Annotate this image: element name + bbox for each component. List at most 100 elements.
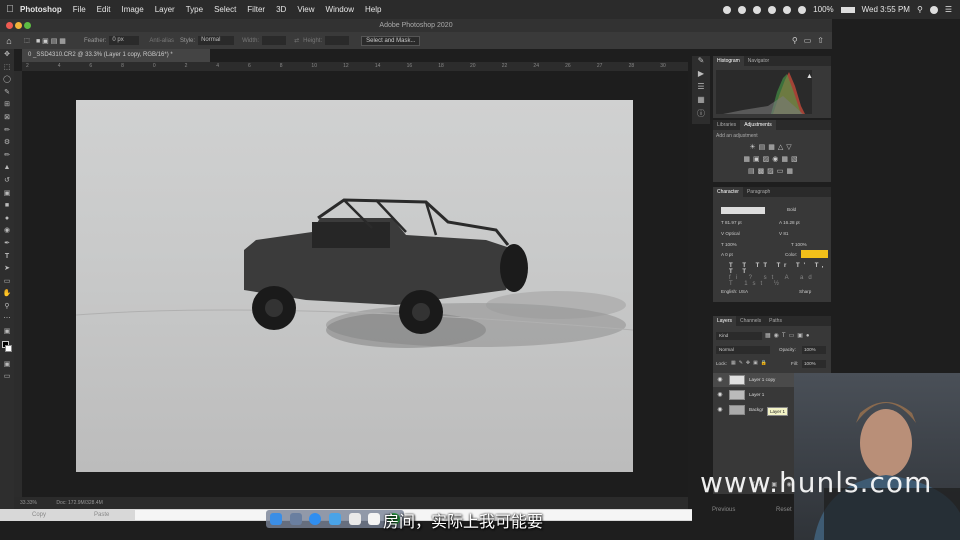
hand-tool-icon[interactable]: ✋ xyxy=(0,288,14,301)
swap-icon[interactable]: ⇄ xyxy=(294,37,299,44)
menu-help[interactable]: Help xyxy=(365,5,381,14)
fill-input[interactable]: 100% xyxy=(802,360,826,368)
opacity-input[interactable]: 100% xyxy=(802,346,826,354)
close-window-button[interactable] xyxy=(6,22,13,29)
search-icon[interactable]: ⚲ xyxy=(792,36,798,45)
adjustment-icons[interactable]: ☀▤▦△▽ ▦▣▨◉▦▧ ▤▩▨▭▦ xyxy=(713,142,831,178)
antialias-checkbox[interactable]: Anti-alias xyxy=(149,38,174,44)
zoom-level[interactable]: 33.33% xyxy=(20,500,37,506)
quick-select-tool-icon[interactable]: ✎ xyxy=(0,87,14,100)
document-image[interactable] xyxy=(75,100,634,472)
height-input[interactable] xyxy=(325,36,350,45)
status-icon[interactable] xyxy=(738,5,747,14)
more-tools-icon[interactable]: ⋯ xyxy=(0,313,14,326)
feather-input[interactable]: 0 px xyxy=(109,36,140,45)
shape-tool-icon[interactable]: ▭ xyxy=(0,276,14,289)
blur-tool-icon[interactable]: ● xyxy=(0,213,14,226)
tab-libraries[interactable]: Libraries xyxy=(713,122,740,128)
wifi-icon[interactable] xyxy=(798,5,807,14)
layer-filter-select[interactable]: Kind xyxy=(716,332,762,340)
crop-tool-icon[interactable]: ⊞ xyxy=(0,99,14,112)
visibility-eye-icon[interactable]: ◉ xyxy=(716,373,724,387)
play-actions-icon[interactable]: ▶ xyxy=(692,69,710,82)
tab-paths[interactable]: Paths xyxy=(765,318,786,324)
antialias-select[interactable]: Sharp xyxy=(799,289,811,294)
brush-settings-icon[interactable]: ✎ xyxy=(692,56,710,69)
baseline-field[interactable]: A 0 pt xyxy=(721,252,733,257)
workspace-icon[interactable]: ▭ xyxy=(804,36,812,45)
horizontal-ruler[interactable]: 2 4 6 8 0 2 4 6 8 10 12 14 16 18 20 22 24 26 27 28 30 xyxy=(22,62,688,71)
home-icon[interactable]: ⌂ xyxy=(0,36,18,46)
dodge-tool-icon[interactable]: ◉ xyxy=(0,225,14,238)
tab-histogram[interactable]: Histogram xyxy=(713,56,744,66)
user-icon[interactable] xyxy=(929,5,938,14)
apple-icon[interactable]:  xyxy=(0,4,20,15)
properties-icon[interactable]: ▦ xyxy=(692,95,710,108)
default-colors-icon[interactable]: ▣ xyxy=(0,326,14,339)
font-family-field[interactable] xyxy=(721,207,765,214)
document-tab[interactable]: 0 _SSD4310.CR2 @ 33.3% (Layer 1 copy, RG… xyxy=(22,49,210,62)
healing-tool-icon[interactable]: ⚙ xyxy=(0,137,14,150)
move-tool-icon[interactable]: ✥ xyxy=(0,49,14,62)
clock[interactable]: Wed 3:55 PM xyxy=(862,5,910,14)
style-select[interactable]: Normal xyxy=(198,36,235,45)
info-icon[interactable]: ⓘ xyxy=(692,108,710,121)
horizontal-scale-field[interactable]: T 100% xyxy=(791,242,807,247)
menu-window[interactable]: Window xyxy=(326,5,354,14)
eraser-tool-icon[interactable]: ▣ xyxy=(0,188,14,201)
menu-app[interactable]: Photoshop xyxy=(20,5,62,14)
path-select-tool-icon[interactable]: ➤ xyxy=(0,263,14,276)
battery-level[interactable]: 100% xyxy=(813,5,833,14)
lock-icons[interactable]: ▦✎✥▣🔒 xyxy=(731,360,770,366)
text-color-swatch[interactable] xyxy=(801,250,828,258)
menu-image[interactable]: Image xyxy=(121,5,143,14)
tracking-field[interactable]: V 81 xyxy=(779,231,788,236)
width-input[interactable] xyxy=(262,36,287,45)
visibility-eye-icon[interactable]: ◉ xyxy=(716,388,724,402)
brush-tool-icon[interactable]: ✏ xyxy=(0,150,14,163)
tab-navigator[interactable]: Navigator xyxy=(744,58,773,64)
paste-button[interactable]: Paste xyxy=(94,509,109,521)
pen-tool-icon[interactable]: ✒ xyxy=(0,238,14,251)
stamp-tool-icon[interactable]: ▲ xyxy=(0,162,14,175)
doc-info[interactable]: Doc: 172.9M/328.4M xyxy=(56,500,102,506)
reset-button[interactable]: Reset xyxy=(776,507,792,513)
screen-mode-icon[interactable]: ▭ xyxy=(0,371,14,384)
warning-icon[interactable]: ▲ xyxy=(806,73,813,80)
tab-character[interactable]: Character xyxy=(713,187,743,197)
tab-channels[interactable]: Channels xyxy=(736,318,765,324)
type-tool-icon[interactable]: T xyxy=(0,251,14,264)
vertical-scale-field[interactable]: T 100% xyxy=(721,242,737,247)
language-select[interactable]: English: USA xyxy=(721,289,748,294)
search-icon[interactable]: ⚲ xyxy=(917,5,923,14)
menu-edit[interactable]: Edit xyxy=(97,5,111,14)
status-icon[interactable] xyxy=(768,5,777,14)
visibility-eye-icon[interactable]: ◉ xyxy=(716,403,724,417)
share-icon[interactable]: ⇧ xyxy=(817,36,824,45)
battery-icon[interactable] xyxy=(840,6,855,13)
blend-mode-select[interactable]: Normal xyxy=(716,346,770,354)
zoom-window-button[interactable] xyxy=(24,22,31,29)
lasso-tool-icon[interactable]: ◯ xyxy=(0,74,14,87)
vertical-ruler[interactable] xyxy=(14,71,22,497)
minimize-window-button[interactable] xyxy=(15,22,22,29)
status-icon[interactable] xyxy=(723,5,732,14)
launchpad-icon[interactable] xyxy=(289,513,302,525)
kerning-field[interactable]: V Optical xyxy=(721,231,740,236)
notes-icon[interactable] xyxy=(368,513,381,525)
font-style-field[interactable]: Bold xyxy=(787,207,796,212)
eyedropper-tool-icon[interactable]: ✏ xyxy=(0,125,14,138)
select-and-mask-button[interactable]: Select and Mask... xyxy=(361,35,421,46)
menu-file[interactable]: File xyxy=(73,5,86,14)
marquee-tool-icon[interactable]: ⬚ xyxy=(18,37,36,44)
foreground-color-swatch[interactable] xyxy=(0,339,14,359)
safari-icon[interactable] xyxy=(309,513,322,525)
cloud-icon[interactable] xyxy=(753,5,762,14)
menu-list-icon[interactable]: ☰ xyxy=(945,5,952,14)
previous-button[interactable]: Previous xyxy=(712,507,735,513)
layer-filter-icons[interactable]: ▦◉T▭▣● xyxy=(765,332,813,339)
tab-paragraph[interactable]: Paragraph xyxy=(743,189,774,195)
zoom-tool-icon[interactable]: ⚲ xyxy=(0,301,14,314)
selection-mode-icons[interactable]: ■ ▣ ▤ ▦ xyxy=(36,37,84,45)
font-size-field[interactable]: T 81.97 pt xyxy=(721,220,742,225)
